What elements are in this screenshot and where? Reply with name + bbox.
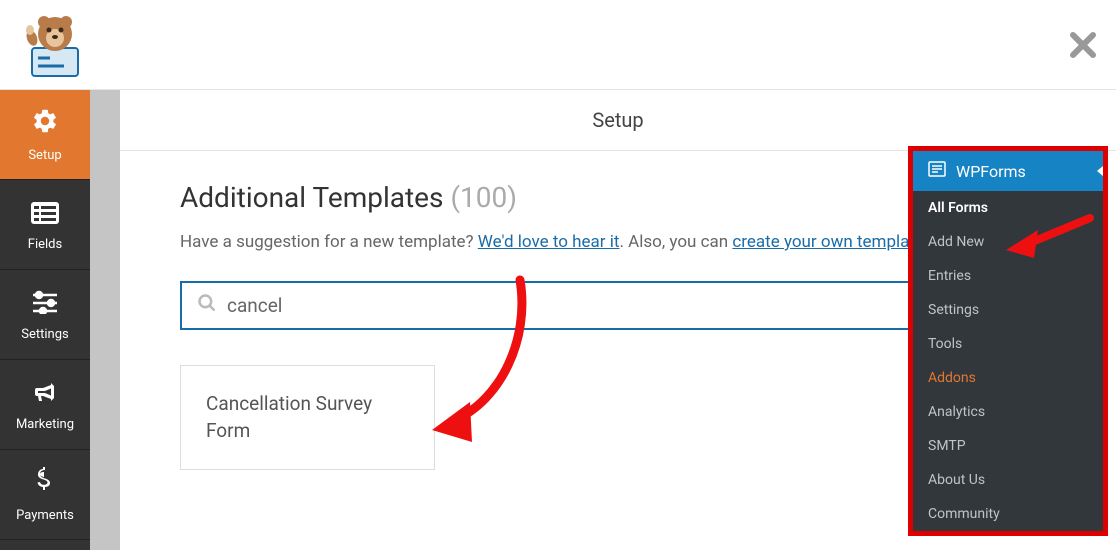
sidebar-item-label: Marketing [16, 417, 74, 432]
gear-icon [31, 107, 59, 142]
menu-item-entries[interactable]: Entries [913, 259, 1103, 293]
collapse-caret-icon [1097, 166, 1103, 176]
sidebar-item-label: Fields [28, 237, 62, 252]
sidebar-item-marketing[interactable]: Marketing [0, 360, 90, 450]
section-title-text: Additional Templates [180, 181, 443, 214]
list-icon [31, 198, 59, 231]
menu-item-tools[interactable]: Tools [913, 327, 1103, 361]
menu-item-community[interactable]: Community [913, 497, 1103, 531]
template-card-title: Cancellation Survey Form [206, 392, 372, 442]
top-bar [0, 0, 1116, 90]
wpforms-header-icon [928, 161, 946, 181]
sidebar-item-fields[interactable]: Fields [0, 180, 90, 270]
sidebar-item-label: Payments [16, 508, 74, 523]
close-button[interactable] [1070, 21, 1096, 68]
menu-item-about-us[interactable]: About Us [913, 463, 1103, 497]
menu-item-add-new[interactable]: Add New [913, 225, 1103, 259]
menu-item-smtp[interactable]: SMTP [913, 429, 1103, 463]
wpforms-menu-body: All Forms Add New Entries Settings Tools… [913, 191, 1103, 531]
sidebar-item-label: Settings [21, 327, 68, 342]
create-templates-link[interactable]: create your own templates [732, 232, 932, 252]
sidebar-item-label: Setup [28, 148, 61, 163]
sidebar-item-setup[interactable]: Setup [0, 90, 90, 180]
bullhorn-icon [31, 378, 59, 411]
dollar-icon [35, 467, 55, 502]
menu-item-settings[interactable]: Settings [913, 293, 1103, 327]
sliders-icon [31, 288, 59, 321]
suggestion-link[interactable]: We'd love to hear it [478, 232, 620, 252]
menu-item-all-forms[interactable]: All Forms [913, 191, 1103, 225]
wpforms-admin-menu: WPForms All Forms Add New Entries Settin… [908, 146, 1108, 536]
wpforms-menu-header[interactable]: WPForms [913, 151, 1103, 191]
sidebar-item-payments[interactable]: Payments [0, 450, 90, 540]
wpforms-menu-title: WPForms [956, 162, 1026, 181]
template-card-cancellation-survey[interactable]: Cancellation Survey Form [180, 365, 435, 470]
menu-item-addons[interactable]: Addons [913, 361, 1103, 395]
template-count: (100) [450, 181, 517, 214]
search-icon [197, 293, 217, 318]
page-title: Setup [120, 90, 1116, 151]
wpforms-logo [20, 10, 90, 80]
builder-sidebar: Setup Fields Settings Marketing Payments [0, 90, 90, 550]
menu-item-analytics[interactable]: Analytics [913, 395, 1103, 429]
sidebar-item-settings[interactable]: Settings [0, 270, 90, 360]
